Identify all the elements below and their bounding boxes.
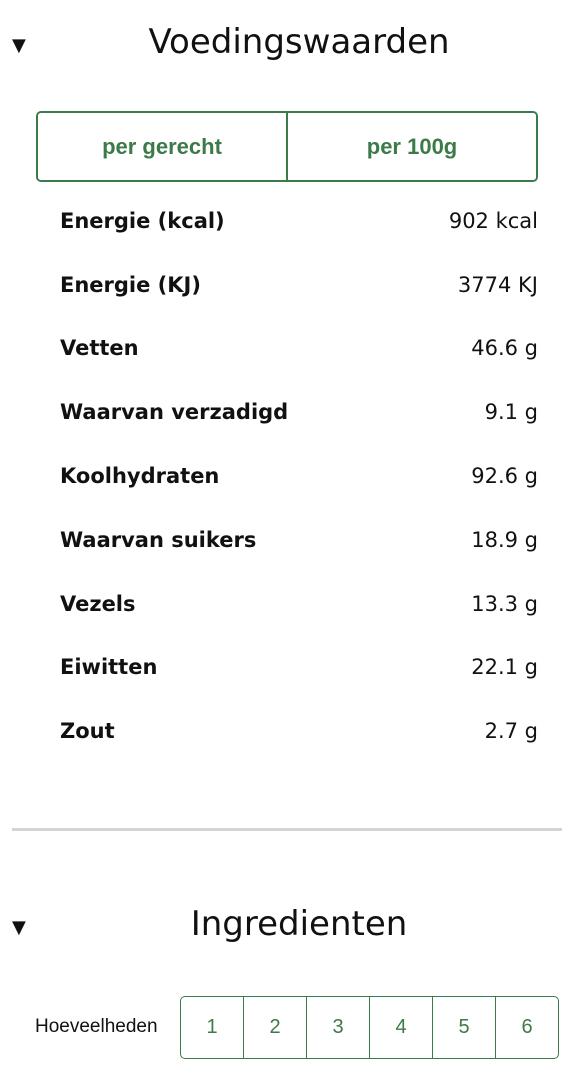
ingredients-title: Ingredienten [190, 904, 408, 944]
tab-per-100g[interactable]: per 100g [286, 113, 536, 180]
servings-button-3[interactable]: 3 [306, 996, 370, 1059]
nutrient-value: 13.3 g [471, 591, 538, 616]
nutrition-row-energy-kcal: Energie (kcal) 902 kcal [60, 189, 538, 253]
servings-button-group: 1 2 3 4 5 6 [180, 996, 559, 1059]
nutrient-name: Vezels [60, 591, 136, 616]
nutrition-row-fiber: Vezels 13.3 g [60, 572, 538, 636]
recipe-info-panel: ▼ Voedingswaarden per gerecht per 100g E… [0, 0, 578, 1078]
nutrient-name: Koolhydraten [60, 464, 220, 489]
nutrition-row-fat: Vetten 46.6 g [60, 317, 538, 381]
nutrition-title: Voedingswaarden [148, 22, 450, 62]
nutrient-name: Waarvan suikers [60, 527, 257, 552]
nutrient-value: 9.1 g [484, 400, 538, 425]
nutrient-name: Eiwitten [60, 655, 158, 680]
nutrient-value: 18.9 g [471, 527, 538, 552]
nutrient-value: 92.6 g [471, 464, 538, 489]
nutrition-row-carbohydrates: Koolhydraten 92.6 g [60, 444, 538, 508]
nutrient-value: 902 kcal [448, 208, 538, 233]
nutrient-name: Vetten [60, 336, 139, 361]
nutrient-name: Waarvan verzadigd [60, 400, 289, 425]
nutrition-row-protein: Eiwitten 22.1 g [60, 636, 538, 700]
servings-button-2[interactable]: 2 [243, 996, 307, 1059]
servings-button-1[interactable]: 1 [180, 996, 244, 1059]
nutrient-value: 3774 KJ [457, 272, 538, 297]
nutrient-name: Energie (KJ) [60, 272, 201, 297]
ingredients-section-header[interactable]: ▼ Ingredienten [0, 892, 578, 952]
nutrient-value: 46.6 g [471, 336, 538, 361]
servings-button-5[interactable]: 5 [432, 996, 496, 1059]
servings-label: Hoeveelheden [35, 1016, 158, 1037]
servings-selector: Hoeveelheden 1 2 3 4 5 6 [35, 996, 562, 1059]
nutrition-row-energy-kj: Energie (KJ) 3774 KJ [60, 253, 538, 317]
section-divider [12, 828, 562, 831]
servings-button-6[interactable]: 6 [495, 996, 559, 1059]
nutrition-row-salt: Zout 2.7 g [60, 699, 538, 763]
nutrient-name: Energie (kcal) [60, 208, 225, 233]
nutrition-table: Energie (kcal) 902 kcal Energie (KJ) 377… [60, 189, 538, 763]
nutrient-name: Zout [60, 719, 115, 744]
nutrition-row-saturated-fat: Waarvan verzadigd 9.1 g [60, 380, 538, 444]
nutrient-value: 2.7 g [484, 719, 538, 744]
nutrient-value: 22.1 g [471, 655, 538, 680]
nutrition-section-header[interactable]: ▼ Voedingswaarden [0, 12, 578, 72]
servings-button-4[interactable]: 4 [369, 996, 433, 1059]
tab-per-dish[interactable]: per gerecht [38, 113, 286, 180]
nutrition-row-sugars: Waarvan suikers 18.9 g [60, 508, 538, 572]
nutrition-unit-tabs: per gerecht per 100g [36, 111, 538, 182]
